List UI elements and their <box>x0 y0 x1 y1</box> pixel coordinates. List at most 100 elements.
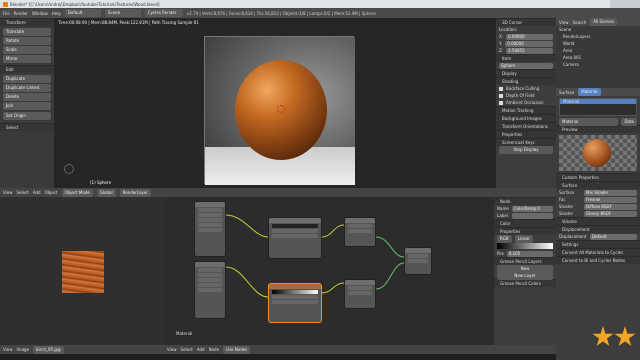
mode-selector[interactable]: Object Mode <box>61 188 93 197</box>
data-link-button[interactable]: Data <box>621 117 637 126</box>
colorramp-node[interactable] <box>268 283 322 323</box>
render-engine-selector[interactable]: Cycles Render <box>144 9 183 17</box>
node-section[interactable]: Node <box>494 197 556 205</box>
outliner-item[interactable]: Scene <box>556 26 640 33</box>
outliner-item[interactable]: Area.001 <box>556 54 640 61</box>
properties-section[interactable]: Properties <box>496 130 556 138</box>
image-view-menu[interactable]: View <box>3 347 13 352</box>
shader1-field[interactable]: Diffuse BSDF <box>584 203 637 210</box>
displacement-section[interactable]: Displacement <box>556 225 640 233</box>
custom-properties-section[interactable]: Custom Properties <box>556 173 640 181</box>
material-slots[interactable]: Material <box>559 98 637 116</box>
screencast-keys-section[interactable]: Screencast Keys <box>496 138 556 146</box>
rotate-button[interactable]: Rotate <box>3 37 51 45</box>
tab-material[interactable]: Material <box>578 88 601 96</box>
material-name-field[interactable]: Material <box>559 117 619 126</box>
fac-field[interactable]: Fresnel <box>584 196 637 203</box>
outliner-search-menu[interactable]: Search <box>573 20 587 25</box>
properties-section[interactable]: Properties <box>494 227 556 235</box>
node-select-menu[interactable]: Select <box>181 347 193 352</box>
preview-section[interactable]: Preview <box>556 125 640 133</box>
convert-materials-section[interactable]: Convert All Materials to Cycles <box>556 248 640 256</box>
node-view-menu[interactable]: View <box>167 347 177 352</box>
backface-culling-checkbox[interactable]: Backface Culling <box>496 85 556 92</box>
display-section[interactable]: Display <box>496 69 556 77</box>
delete-button[interactable]: Delete <box>3 93 51 101</box>
node-name-field[interactable]: ColorRamp.0 <box>512 205 553 212</box>
material-slot[interactable]: Material <box>560 99 636 104</box>
3d-cursor-section[interactable]: 3D Cursor <box>496 18 556 26</box>
transform-section[interactable]: Transform <box>0 18 54 26</box>
grease-pencil-colors-section[interactable]: Grease Pencil Colors <box>494 279 556 287</box>
motion-tracking-section[interactable]: Motion Tracking <box>496 106 556 114</box>
glossy-bsdf-node[interactable] <box>344 279 376 309</box>
node-editor[interactable]: Material <box>164 197 494 345</box>
join-button[interactable]: Join <box>3 102 51 110</box>
render-layer-button[interactable]: RenderLayer <box>119 188 151 197</box>
outliner-item[interactable]: Camera <box>556 61 640 68</box>
use-nodes-toggle[interactable]: Use Nodes <box>223 345 251 354</box>
mix-shader-node[interactable] <box>404 247 432 275</box>
scene-selector[interactable]: Scene <box>104 9 141 17</box>
translate-button[interactable]: Translate <box>3 28 51 36</box>
tab-surface[interactable]: Surface <box>559 90 574 95</box>
node-menu[interactable]: Node <box>209 347 219 352</box>
colorramp-gradient[interactable] <box>497 243 553 249</box>
menu-help[interactable]: Help <box>52 11 61 16</box>
scale-button[interactable]: Scale <box>3 46 51 54</box>
node-add-menu[interactable]: Add <box>197 347 205 352</box>
ambient-occlusion-checkbox[interactable]: Ambient Occlusion <box>496 99 556 106</box>
image-texture-node[interactable] <box>268 217 322 259</box>
texture-coordinate-node[interactable] <box>194 201 226 257</box>
location-z-field[interactable]: 2.50655 <box>506 47 553 54</box>
convert-nodes-section[interactable]: Convert to Bl and Cycles Nodes <box>556 256 640 264</box>
depth-of-field-checkbox[interactable]: Depth Of Field <box>496 92 556 99</box>
shader2-field[interactable]: Glossy BSDF <box>584 210 637 217</box>
object-menu[interactable]: Object <box>45 190 58 195</box>
view-menu[interactable]: View <box>3 190 13 195</box>
layout-selector[interactable]: Default <box>64 9 101 17</box>
transform-orientations-section[interactable]: Transform Orientations <box>496 122 556 130</box>
outliner-item[interactable]: Area <box>556 47 640 54</box>
menu-file[interactable]: File <box>3 11 10 16</box>
outliner-item[interactable]: RenderLayers <box>556 33 640 40</box>
menu-window[interactable]: Window <box>32 11 48 16</box>
image-menu[interactable]: Image <box>17 347 30 352</box>
transform-orientation-selector[interactable]: Global <box>96 188 116 197</box>
settings-section[interactable]: Settings <box>556 240 640 248</box>
location-y-field[interactable]: 0.00000 <box>505 40 553 47</box>
pos-field[interactable]: 0.105 <box>506 250 553 257</box>
item-section[interactable]: Item <box>496 54 556 62</box>
color-section[interactable]: Color <box>494 219 556 227</box>
node-label-field[interactable] <box>512 212 553 219</box>
location-x-field[interactable]: 0.00000 <box>506 33 553 40</box>
stop-display-button[interactable]: Stop Display <box>499 145 553 154</box>
mirror-button[interactable]: Mirror <box>3 55 51 63</box>
shading-section[interactable]: Shading <box>496 77 556 85</box>
interpolation-selector[interactable]: Linear <box>514 234 534 243</box>
outliner-view-menu[interactable]: View <box>559 20 569 25</box>
new-layer-button[interactable]: New Layer <box>497 271 553 280</box>
image-editor[interactable] <box>0 197 164 345</box>
displacement-field[interactable]: Default <box>590 233 637 240</box>
edit-section[interactable]: Edit <box>0 65 54 73</box>
image-name-field[interactable]: birch_05.jpg <box>33 345 64 354</box>
outliner-display-mode[interactable]: All Scenes <box>590 18 617 26</box>
mapping-node[interactable] <box>194 261 226 319</box>
volume-section[interactable]: Volume <box>556 217 640 225</box>
menu-render[interactable]: Render <box>14 11 28 16</box>
background-images-section[interactable]: Background Images <box>496 114 556 122</box>
set-origin-button[interactable]: Set Origin <box>3 112 51 120</box>
duplicate-button[interactable]: Duplicate <box>3 75 51 83</box>
select-menu[interactable]: Select <box>17 190 29 195</box>
grease-pencil-layers-section[interactable]: Grease Pencil Layers <box>494 257 556 265</box>
outliner-item[interactable]: World <box>556 40 640 47</box>
diffuse-bsdf-node[interactable] <box>344 217 376 247</box>
select-section[interactable]: Select <box>0 123 54 131</box>
surface-section[interactable]: Surface <box>556 181 640 189</box>
viewport-3d[interactable]: Time:00:08.90 | Mem:88.84M, Peak:122.81M… <box>54 18 496 188</box>
color-mode-selector[interactable]: RGB <box>497 234 512 243</box>
duplicate-linked-button[interactable]: Duplicate Linked <box>3 84 51 92</box>
surface-shader-field[interactable]: Mix Shader <box>584 189 637 196</box>
item-name-field[interactable]: Sphere <box>499 62 553 69</box>
